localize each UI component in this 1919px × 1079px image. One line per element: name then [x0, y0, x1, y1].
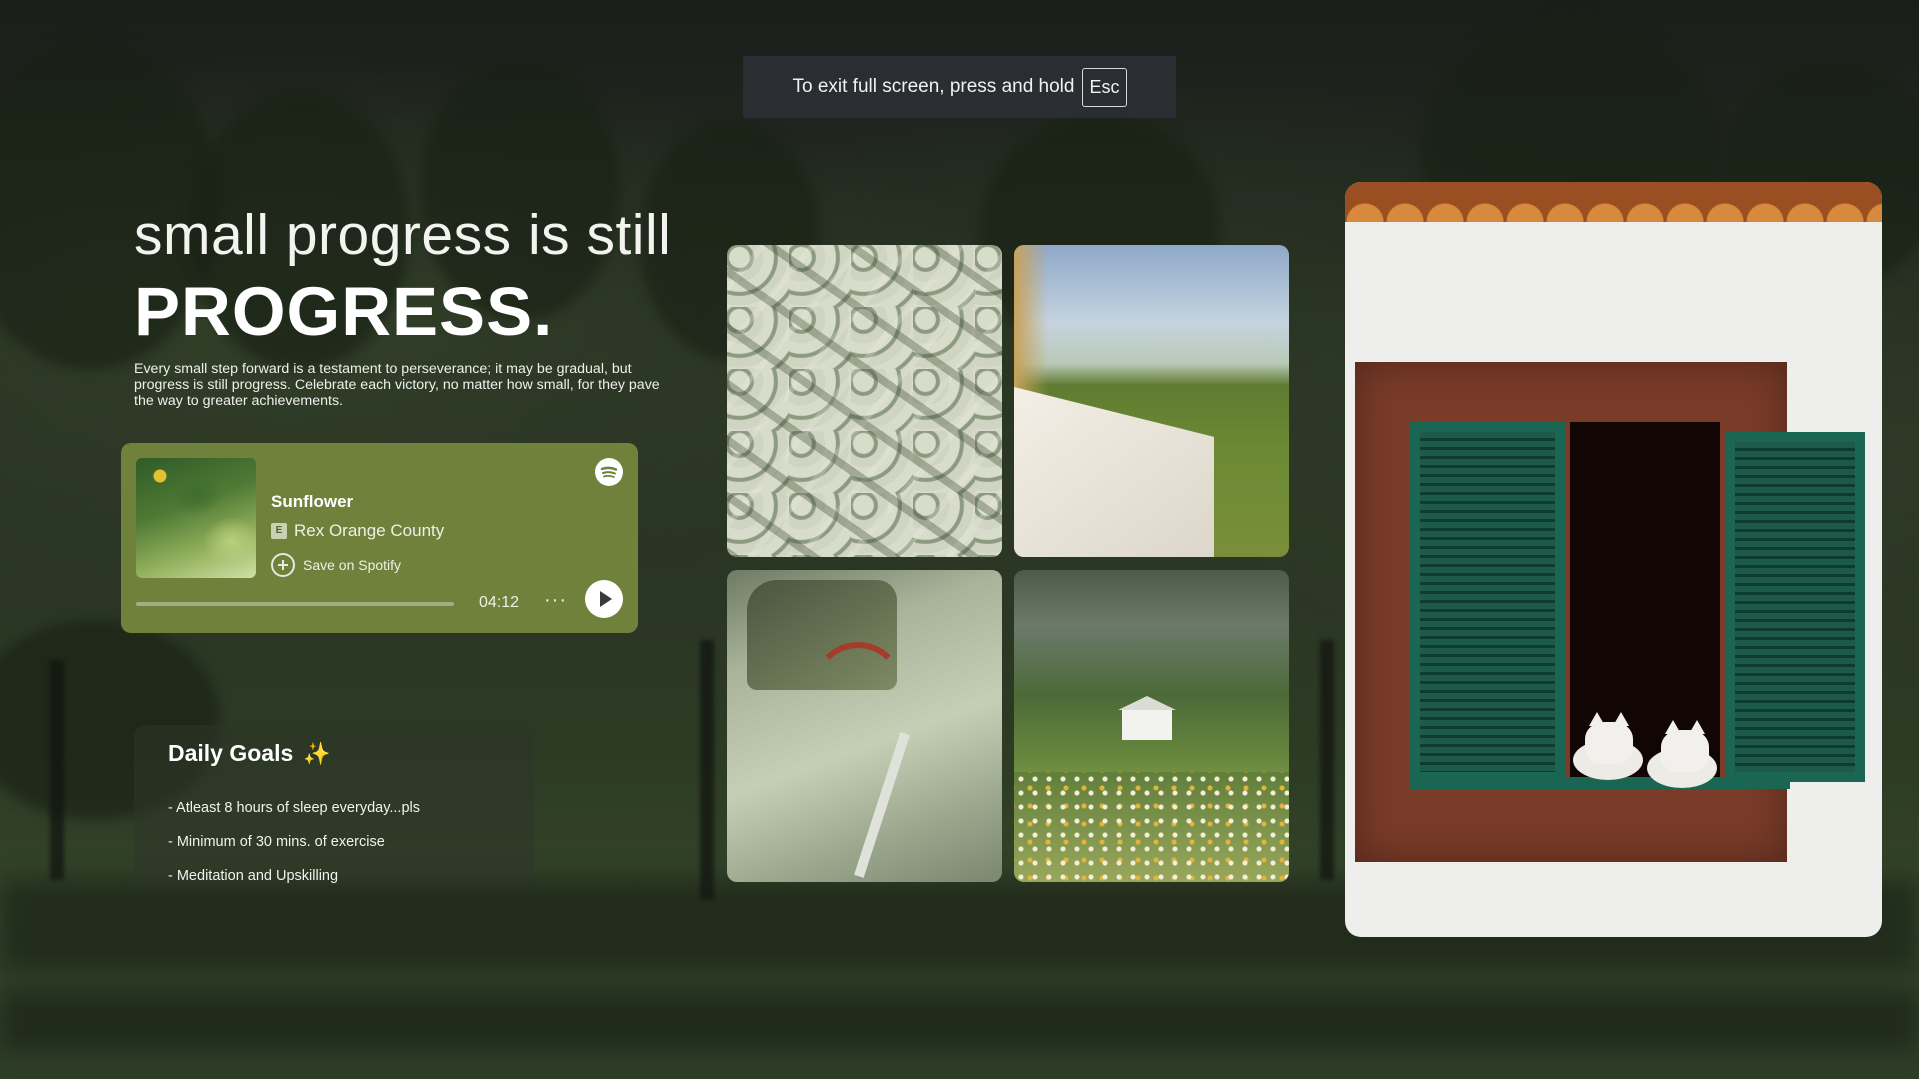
- explicit-badge: E: [271, 523, 287, 539]
- sparkles-icon: ✨: [303, 740, 331, 766]
- fullscreen-notice-text: To exit full screen, press and hold: [792, 76, 1075, 97]
- save-on-spotify-button[interactable]: Save on Spotify: [271, 553, 401, 577]
- spotify-player-card: Sunflower E Rex Orange County Save on Sp…: [121, 443, 638, 633]
- photo-vintage-car: [727, 570, 1002, 882]
- spotify-logo-icon[interactable]: [595, 458, 623, 486]
- goal-item: - Atleast 8 hours of sleep everyday...pl…: [168, 800, 421, 816]
- plus-circle-icon: [271, 553, 295, 577]
- intro-paragraph: Every small step forward is a testament …: [134, 361, 660, 409]
- photo-cats-window: [1345, 182, 1882, 937]
- daily-goals-card: Daily Goals ✨ - Atleast 8 hours of sleep…: [134, 725, 534, 885]
- esc-key-hint: Esc: [1082, 67, 1127, 107]
- ground-shadow: [0, 990, 1919, 1050]
- play-button[interactable]: [585, 580, 623, 618]
- photo-valley-house: [1014, 570, 1289, 882]
- photo-money-rolls: [727, 245, 1002, 557]
- daily-goals-heading: Daily Goals: [168, 740, 294, 766]
- track-title[interactable]: Sunflower: [271, 492, 353, 512]
- tree-trunk: [50, 660, 64, 880]
- headline-bold: PROGRESS.: [134, 273, 554, 350]
- more-options-button[interactable]: ···: [544, 589, 567, 612]
- track-duration: 04:12: [479, 594, 520, 611]
- artist-name[interactable]: Rex Orange County: [294, 521, 444, 541]
- photo-book-field: [1014, 245, 1289, 557]
- tree-trunk: [700, 640, 714, 900]
- daily-goals-title: Daily Goals ✨: [168, 740, 331, 767]
- headline-light: small progress is still: [134, 203, 672, 267]
- playback-progress-bar[interactable]: [136, 602, 454, 606]
- album-cover[interactable]: [136, 458, 256, 578]
- goal-item: - Minimum of 30 mins. of exercise: [168, 834, 385, 850]
- save-label: Save on Spotify: [303, 557, 402, 573]
- goal-item: - Meditation and Upskilling: [168, 868, 339, 884]
- fullscreen-exit-notice: To exit full screen, press and hold Esc: [743, 56, 1176, 118]
- tree-trunk: [1320, 640, 1334, 880]
